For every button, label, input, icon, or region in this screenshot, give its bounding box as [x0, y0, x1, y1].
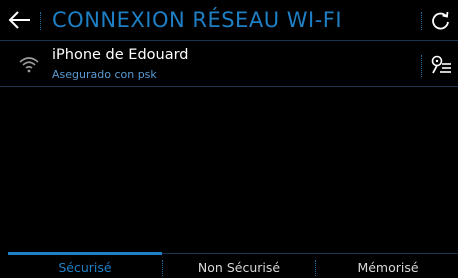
wifi-signal-icon	[18, 55, 40, 73]
arrow-left-icon	[8, 11, 30, 29]
page-title: CONNEXION RÉSEAU WI-FI	[52, 8, 343, 32]
active-tab-indicator	[8, 252, 162, 255]
header-divider	[0, 40, 458, 41]
header-separator	[421, 12, 423, 30]
wifi-screen: CONNEXION RÉSEAU WI-FI iPhone de Edouard…	[0, 0, 458, 278]
tab-track	[162, 253, 458, 254]
row-separator	[421, 55, 423, 77]
row-divider	[0, 86, 458, 87]
tab-separator	[315, 260, 317, 276]
tab-secured[interactable]: Sécurisé	[8, 258, 162, 278]
network-details-icon	[431, 55, 451, 74]
tab-saved[interactable]: Mémorisé	[318, 258, 458, 278]
network-list-item[interactable]: iPhone de Edouard Asegurado con psk	[0, 42, 458, 86]
back-button[interactable]	[6, 6, 34, 34]
header-bar: CONNEXION RÉSEAU WI-FI	[0, 0, 458, 40]
header-separator	[40, 12, 42, 30]
refresh-icon	[432, 11, 449, 30]
tab-unsecured[interactable]: Non Sécurisé	[164, 258, 314, 278]
refresh-button[interactable]	[428, 8, 454, 34]
network-name: iPhone de Edouard	[52, 47, 189, 63]
network-security: Asegurado con psk	[52, 68, 157, 81]
network-details-button[interactable]	[428, 52, 454, 78]
